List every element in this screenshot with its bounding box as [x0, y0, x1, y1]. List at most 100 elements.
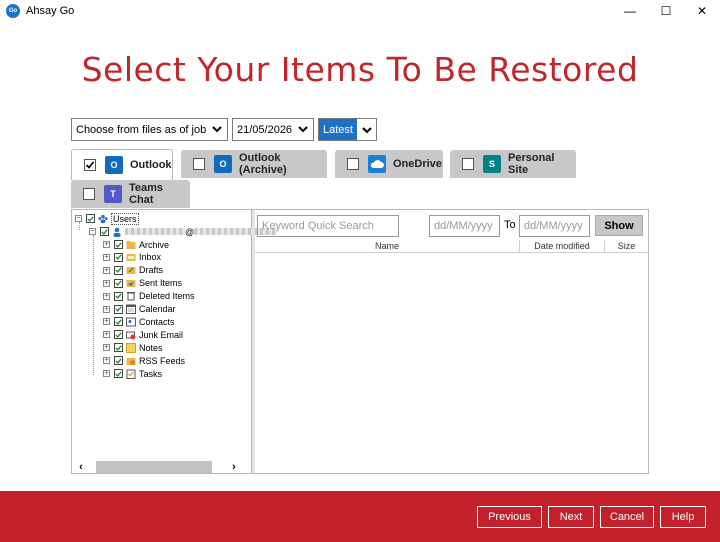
restore-mode-value: Choose from files as of job	[76, 123, 207, 136]
scroll-left-arrow[interactable]: ‹	[72, 461, 90, 473]
inbox-folder-icon	[126, 252, 136, 262]
user-icon	[112, 227, 122, 237]
restore-mode-select[interactable]: Choose from files as of job	[71, 118, 228, 141]
tree-checkbox[interactable]	[86, 214, 95, 223]
tree-label-drafts: Drafts	[139, 265, 164, 276]
expand-toggle[interactable]: +	[103, 370, 110, 377]
tab-outlook-archive[interactable]: O Outlook (Archive)	[181, 150, 327, 178]
tab-personal-site-label: Personal Site	[508, 152, 555, 176]
tree-node-archive[interactable]: + Archive	[103, 238, 169, 251]
expand-toggle[interactable]: +	[103, 266, 110, 274]
column-header-size[interactable]: Size	[605, 240, 648, 253]
maximize-button[interactable]: ☐	[648, 0, 684, 22]
check-icon	[115, 267, 122, 274]
tree-checkbox[interactable]	[114, 252, 123, 262]
tab-teams-chat[interactable]: T Teams Chat	[71, 180, 190, 208]
help-button[interactable]: Help	[660, 506, 706, 528]
notes-folder-icon	[126, 342, 136, 353]
version-dropdown-button[interactable]	[357, 119, 376, 140]
tab-onedrive-checkbox[interactable]	[347, 158, 359, 170]
tab-outlook[interactable]: O Outlook	[71, 149, 173, 180]
minimize-button[interactable]: —	[612, 0, 648, 22]
tree-node-users[interactable]: − Users	[75, 212, 139, 225]
expand-toggle[interactable]: +	[103, 279, 110, 287]
job-date-value: 21/05/2026	[237, 123, 293, 136]
chevron-down-icon	[212, 126, 222, 133]
folder-tree[interactable]: − Users − @ + Archive + Inbox + Drafts + Sent I…	[72, 210, 277, 473]
tree-label-contacts: Contacts	[139, 316, 175, 327]
expand-toggle[interactable]: +	[103, 241, 110, 248]
tree-checkbox[interactable]	[114, 265, 123, 275]
tab-outlook-archive-checkbox[interactable]	[193, 158, 205, 170]
tree-node-drafts[interactable]: + Drafts	[103, 264, 163, 277]
keyword-search-input[interactable]: Keyword Quick Search	[257, 215, 399, 237]
tree-checkbox[interactable]	[114, 317, 123, 327]
date-to-input[interactable]: dd/MM/yyyy	[519, 215, 590, 237]
expand-toggle[interactable]: +	[103, 292, 110, 300]
expand-toggle[interactable]: +	[103, 305, 110, 313]
column-header-name[interactable]: Name	[255, 240, 520, 253]
tree-node-deleted-items[interactable]: + Deleted Items	[103, 290, 195, 303]
sent-items-folder-icon	[126, 278, 136, 288]
tree-checkbox[interactable]	[114, 369, 123, 378]
tree-horizontal-scrollbar[interactable]: ‹ ›	[72, 461, 252, 473]
check-icon	[115, 241, 122, 248]
close-button[interactable]: ✕	[684, 0, 720, 22]
calendar-folder-icon	[126, 304, 136, 314]
tree-connector	[93, 235, 94, 375]
expand-toggle[interactable]: +	[103, 344, 110, 352]
tree-node-tasks[interactable]: + Tasks	[103, 367, 162, 380]
tab-outlook-checkbox[interactable]	[84, 159, 96, 171]
cancel-button[interactable]: Cancel	[600, 506, 654, 528]
tree-checkbox[interactable]	[114, 240, 123, 249]
tree-node-rss-feeds[interactable]: + RSS Feeds	[103, 354, 185, 367]
scroll-right-arrow[interactable]: ›	[225, 461, 243, 473]
tree-checkbox[interactable]	[114, 356, 123, 366]
expand-toggle[interactable]: +	[103, 331, 110, 339]
tab-outlook-archive-label: Outlook (Archive)	[239, 152, 287, 176]
next-button[interactable]: Next	[548, 506, 594, 528]
tree-label-deleted-items: Deleted Items	[139, 291, 195, 302]
tree-node-user-account[interactable]: − @	[89, 225, 277, 238]
tree-node-junk-email[interactable]: + Junk Email	[103, 328, 183, 341]
tab-onedrive[interactable]: OneDrive	[335, 150, 443, 178]
tab-personal-site-checkbox[interactable]	[462, 158, 474, 170]
column-header-date-modified[interactable]: Date modified	[520, 240, 605, 253]
collapse-toggle[interactable]: −	[89, 228, 96, 235]
check-icon	[115, 357, 122, 364]
expand-toggle[interactable]: +	[103, 318, 110, 326]
chevron-down-icon	[361, 126, 372, 133]
tree-node-inbox[interactable]: + Inbox	[103, 251, 161, 264]
tree-checkbox[interactable]	[114, 291, 123, 301]
app-logo-icon: Go	[6, 4, 20, 18]
tree-checkbox[interactable]	[114, 330, 123, 340]
tree-node-sent-items[interactable]: + Sent Items	[103, 277, 182, 290]
tree-checkbox[interactable]	[100, 227, 109, 236]
tasks-folder-icon	[126, 369, 136, 379]
previous-button[interactable]: Previous	[477, 506, 542, 528]
expand-toggle[interactable]: +	[103, 253, 110, 261]
tree-node-notes[interactable]: + Notes	[103, 341, 163, 354]
scroll-thumb[interactable]	[96, 461, 212, 473]
date-from-input[interactable]: dd/MM/yyyy	[429, 215, 500, 237]
redacted-account-name	[125, 228, 185, 235]
tab-personal-site[interactable]: S Personal Site	[450, 150, 576, 178]
version-select[interactable]: Latest	[318, 118, 377, 141]
tree-checkbox[interactable]	[114, 343, 123, 353]
version-value: Latest	[319, 119, 357, 140]
tree-node-calendar[interactable]: + Calendar	[103, 303, 176, 316]
tree-node-contacts[interactable]: + Contacts	[103, 315, 175, 328]
collapse-toggle[interactable]: −	[75, 215, 82, 222]
tree-checkbox[interactable]	[114, 278, 123, 288]
restore-window: Go Ahsay Go — ☐ ✕ Select Your Items To B…	[0, 0, 720, 542]
check-icon	[85, 161, 95, 169]
tab-teams-chat-checkbox[interactable]	[83, 188, 95, 200]
cloud-icon	[370, 160, 384, 168]
teams-icon: T	[104, 185, 122, 203]
show-button[interactable]: Show	[595, 215, 643, 236]
expand-toggle[interactable]: +	[103, 357, 110, 365]
tree-checkbox[interactable]	[114, 304, 123, 314]
contacts-folder-icon	[126, 317, 136, 327]
job-date-select[interactable]: 21/05/2026	[232, 118, 314, 141]
chevron-down-icon	[298, 126, 308, 133]
